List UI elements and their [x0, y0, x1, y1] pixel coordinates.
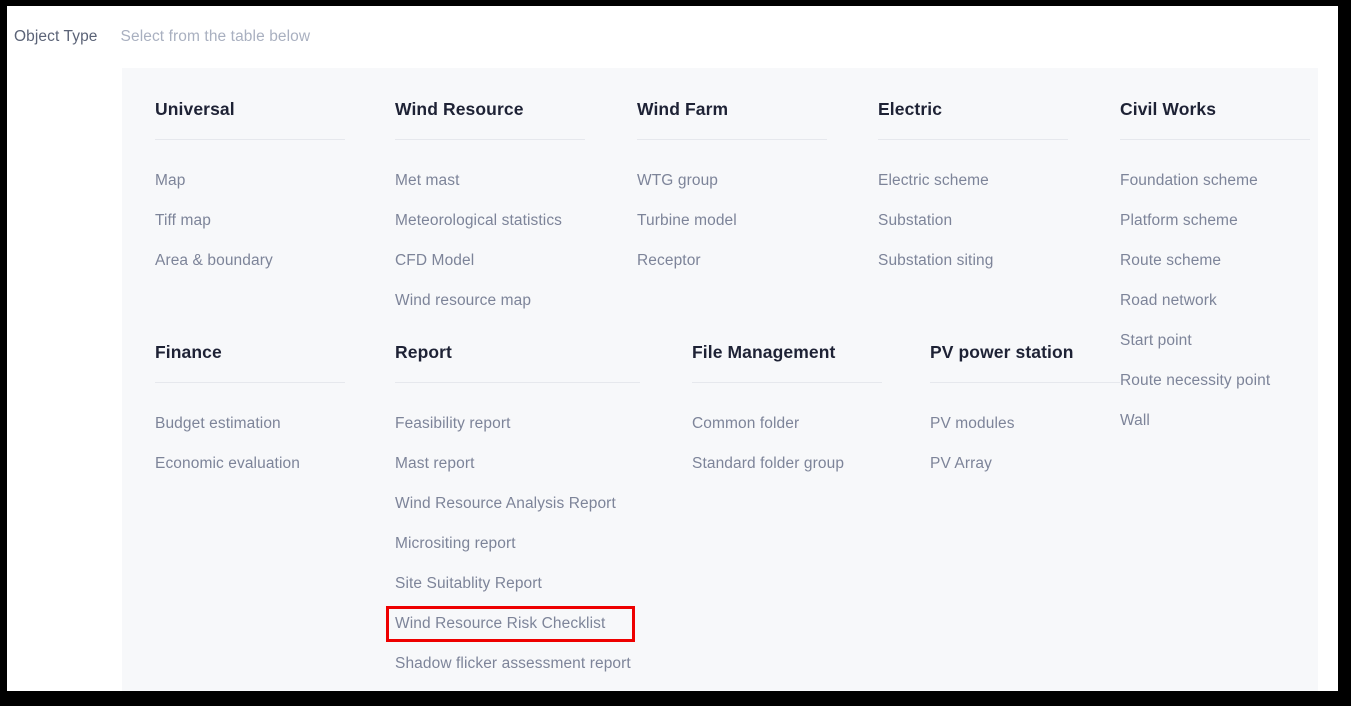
category-divider [692, 382, 882, 383]
category-divider [930, 382, 1120, 383]
category-item-list: Common folder Standard folder group [692, 404, 882, 484]
category-divider [878, 139, 1068, 140]
category-item-list: Foundation scheme Platform scheme Route sc… [1120, 161, 1310, 441]
category-divider [395, 139, 585, 140]
category-column: Finance Budget estimation Economic evaluat… [155, 341, 345, 484]
category-item[interactable]: Budget estimation [155, 404, 281, 444]
category-title: Civil Works [1120, 99, 1217, 119]
category-item[interactable]: Feasibility report [395, 404, 511, 444]
object-type-header: Object Type Select from the table below [7, 6, 1338, 68]
category-item[interactable]: Wall [1120, 401, 1150, 441]
category-item[interactable]: Start point [1120, 321, 1192, 361]
category-item[interactable]: Tiff map [155, 201, 211, 241]
object-type-grid-panel: Universal Map Tiff map Area & boundary Wind … [122, 68, 1318, 691]
category-item[interactable]: Micrositing report [395, 524, 516, 564]
category-item[interactable]: Met mast [395, 161, 460, 201]
category-item[interactable]: Route necessity point [1120, 361, 1270, 401]
category-item[interactable]: Platform scheme [1120, 201, 1238, 241]
category-item[interactable]: Economic evaluation [155, 444, 300, 484]
category-column: Wind Resource Met mast Meteorological stat… [395, 98, 585, 321]
category-divider [1120, 139, 1310, 140]
category-divider [155, 382, 345, 383]
category-item-list: Electric scheme Substation Substation siti… [878, 161, 1068, 281]
category-divider [637, 139, 827, 140]
category-title: Wind Resource [395, 99, 524, 119]
object-type-card: Object Type Select from the table below … [7, 6, 1338, 691]
category-item[interactable]: Wind resource map [395, 281, 531, 321]
category-item-list: PV modules PV Array [930, 404, 1120, 484]
category-item[interactable]: Meteorological statistics [395, 201, 562, 241]
screenshot-frame: Object Type Select from the table below … [0, 0, 1351, 706]
category-item-list: WTG group Turbine model Receptor [637, 161, 827, 281]
category-item[interactable]: Electric scheme [878, 161, 989, 201]
category-column: Electric Electric scheme Substation Substat… [878, 98, 1068, 281]
category-item[interactable]: Map [155, 161, 185, 201]
category-item[interactable]: Road network [1120, 281, 1217, 321]
object-type-hint: Select from the table below [120, 28, 311, 45]
category-column: File Management Common folder Standard fol… [692, 341, 882, 484]
object-type-label: Object Type [14, 28, 98, 45]
category-item[interactable]: PV modules [930, 404, 1015, 444]
category-item[interactable]: Wind Resource Analysis Report [395, 484, 616, 524]
category-item-selected[interactable]: Wind Resource Risk Checklist [385, 604, 636, 644]
category-column: Universal Map Tiff map Area & boundary [155, 98, 345, 281]
category-item-list: Budget estimation Economic evaluation [155, 404, 345, 484]
category-item[interactable]: Turbine model [637, 201, 737, 241]
category-item[interactable]: CFD Model [395, 241, 474, 281]
category-column: Civil Works Foundation scheme Platform sch… [1120, 98, 1310, 441]
category-title: Universal [155, 99, 235, 119]
category-divider [155, 139, 345, 140]
category-title: PV power station [930, 342, 1074, 362]
category-item[interactable]: Foundation scheme [1120, 161, 1258, 201]
category-item[interactable]: Shadow flicker assessment report [395, 644, 631, 684]
category-item[interactable]: Substation siting [878, 241, 993, 281]
category-item[interactable]: PV Array [930, 444, 992, 484]
category-item[interactable]: Site Suitablity Report [395, 564, 542, 604]
category-item-list: Map Tiff map Area & boundary [155, 161, 345, 281]
category-column: Wind Farm WTG group Turbine model Receptor [637, 98, 827, 281]
category-item[interactable]: Mast report [395, 444, 475, 484]
category-title: Finance [155, 342, 222, 362]
category-item[interactable]: Substation [878, 201, 952, 241]
category-title: File Management [692, 342, 836, 362]
category-item-list: Met mast Meteorological statistics CFD Mod… [395, 161, 585, 321]
category-title: Electric [878, 99, 943, 119]
category-item-list: Feasibility report Mast report Wind Resour… [385, 404, 640, 684]
category-column: Report Feasibility report Mast report Wind … [385, 341, 640, 684]
category-column: PV power station PV modules PV Array [930, 341, 1120, 484]
category-item[interactable]: Area & boundary [155, 241, 273, 281]
category-item[interactable]: WTG group [637, 161, 718, 201]
category-item[interactable]: Common folder [692, 404, 799, 444]
category-item[interactable]: Route scheme [1120, 241, 1221, 281]
category-title: Report [395, 342, 452, 362]
category-item[interactable]: Standard folder group [692, 444, 844, 484]
category-divider [395, 382, 640, 383]
category-title: Wind Farm [637, 99, 729, 119]
category-item[interactable]: Receptor [637, 241, 701, 281]
